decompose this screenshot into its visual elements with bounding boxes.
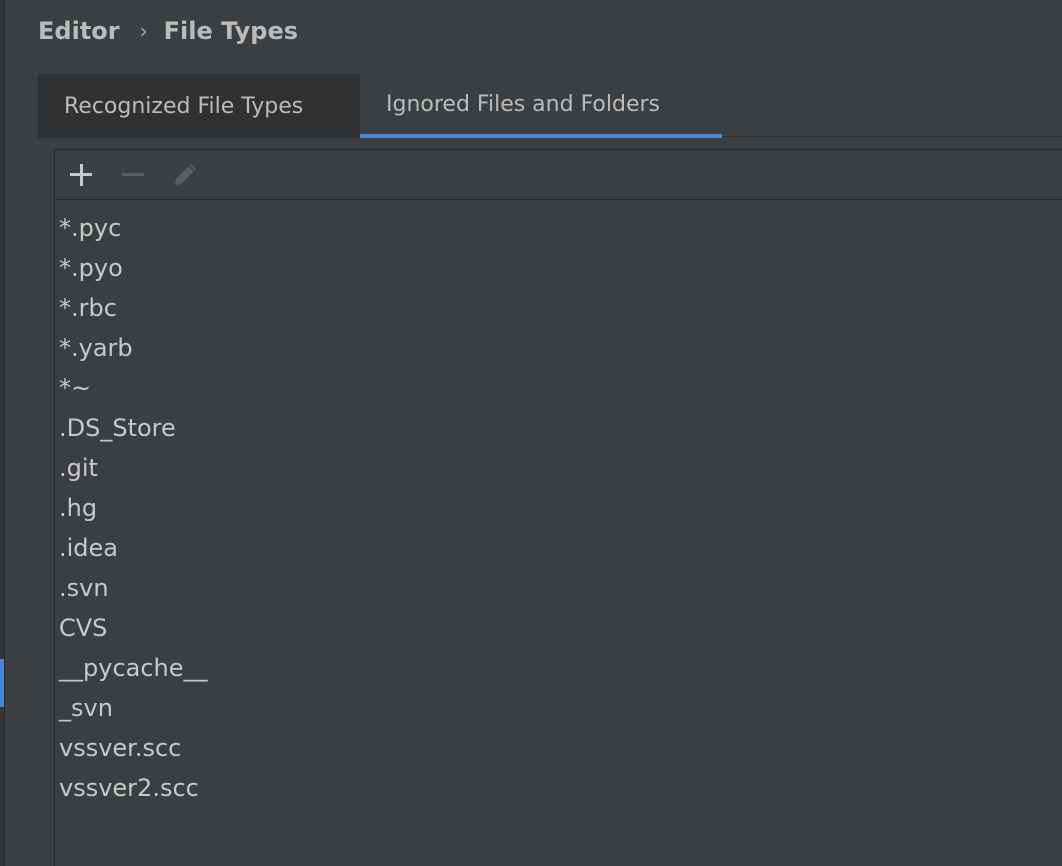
list-item[interactable]: *.pyo — [55, 248, 1062, 288]
list-item[interactable]: CVS — [55, 608, 1062, 648]
breadcrumb-editor[interactable]: Editor — [38, 17, 120, 45]
sidebar-selection-indicator — [0, 659, 4, 707]
edit-button[interactable] — [171, 161, 199, 189]
ignored-files-list: *.pyc *.pyo *.rbc *.yarb *~ .DS_Store .g… — [55, 200, 1062, 808]
list-item[interactable]: .svn — [55, 568, 1062, 608]
ignored-files-panel: *.pyc *.pyo *.rbc *.yarb *~ .DS_Store .g… — [54, 149, 1062, 866]
list-item[interactable]: .git — [55, 448, 1062, 488]
tab-bar: Recognized File Types Ignored Files and … — [38, 74, 722, 138]
list-item[interactable]: *.rbc — [55, 288, 1062, 328]
list-item[interactable]: vssver.scc — [55, 728, 1062, 768]
list-item[interactable]: .DS_Store — [55, 408, 1062, 448]
list-item[interactable]: *.yarb — [55, 328, 1062, 368]
breadcrumb-file-types: File Types — [163, 17, 298, 45]
plus-icon — [70, 163, 92, 186]
settings-window: Editor › File Types Recognized File Type… — [0, 0, 1062, 866]
sidebar-divider[interactable] — [0, 0, 5, 866]
list-item[interactable]: *~ — [55, 368, 1062, 408]
pencil-icon — [175, 163, 196, 185]
tab-recognized-file-types[interactable]: Recognized File Types — [38, 74, 360, 138]
list-item[interactable]: _svn — [55, 688, 1062, 728]
add-button[interactable] — [67, 161, 95, 189]
breadcrumb: Editor › File Types — [38, 14, 298, 48]
list-toolbar — [55, 150, 1062, 200]
minus-icon — [122, 164, 144, 186]
list-item[interactable]: .hg — [55, 488, 1062, 528]
tab-bar-divider — [722, 136, 1062, 137]
list-item[interactable]: __pycache__ — [55, 648, 1062, 688]
list-item[interactable]: .idea — [55, 528, 1062, 568]
remove-button[interactable] — [119, 161, 147, 189]
list-item[interactable]: vssver2.scc — [55, 768, 1062, 808]
breadcrumb-separator-icon: › — [139, 19, 148, 43]
tab-ignored-files-and-folders[interactable]: Ignored Files and Folders — [360, 74, 722, 138]
list-item[interactable]: *.pyc — [55, 208, 1062, 248]
